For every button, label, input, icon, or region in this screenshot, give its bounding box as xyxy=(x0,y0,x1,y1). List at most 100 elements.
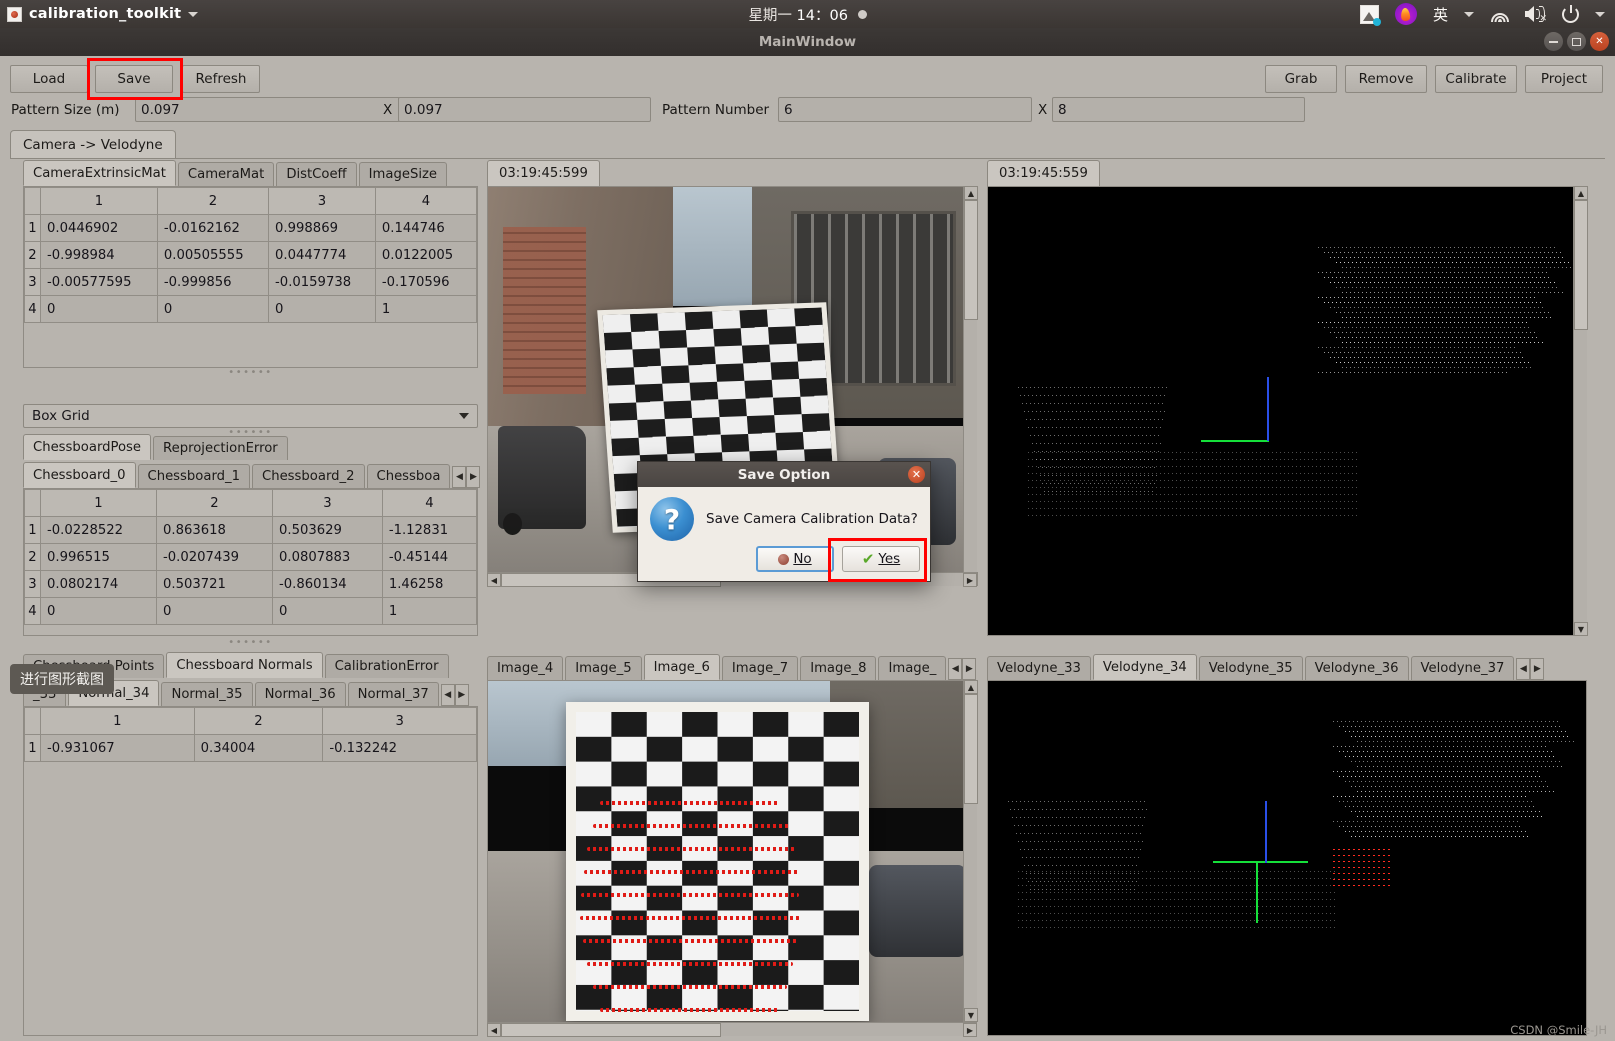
project-button[interactable]: Project xyxy=(1525,65,1603,93)
table-cell[interactable]: 0.0122005 xyxy=(375,242,476,269)
column-header-2[interactable]: 2 xyxy=(157,490,273,517)
tab-scroll-right-icon[interactable]: ▶ xyxy=(962,658,976,680)
tab-scroll-right-icon[interactable]: ▶ xyxy=(455,684,469,706)
table-cell[interactable]: -0.0162162 xyxy=(157,215,268,242)
velodyne-top-vscrollbar[interactable]: ▲ ▼ xyxy=(1573,186,1587,636)
tab-chessboard-normals[interactable]: Chessboard Normals xyxy=(166,652,322,678)
tab-chessboard-2[interactable]: Chessboard_2 xyxy=(252,464,365,488)
column-header-2[interactable]: 2 xyxy=(194,708,323,735)
row-header-2[interactable]: 2 xyxy=(25,242,41,269)
row-header-3[interactable]: 3 xyxy=(25,571,41,598)
dialog-close-icon[interactable]: ✕ xyxy=(908,466,925,483)
tab-image-7[interactable]: Image_7 xyxy=(722,656,798,680)
table-cell[interactable]: 0 xyxy=(41,598,157,625)
tab-scroll-left-icon[interactable]: ◀ xyxy=(441,684,455,706)
velodyne-timestamp-tab-top[interactable]: 03:19:45:559 xyxy=(987,160,1100,186)
tab-scroll-left-icon[interactable]: ◀ xyxy=(948,658,962,680)
table-cell[interactable]: 0.998869 xyxy=(269,215,376,242)
tab-cameraextrinsicmat[interactable]: CameraExtrinsicMat xyxy=(23,160,176,186)
volume-muted-icon[interactable]: ✕ xyxy=(1525,6,1546,22)
tab-chessboa[interactable]: Chessboa xyxy=(367,464,451,488)
table-cell[interactable]: 0 xyxy=(157,296,268,323)
row-header-1[interactable]: 1 xyxy=(25,517,41,544)
column-header-3[interactable]: 3 xyxy=(323,708,477,735)
table-cell[interactable]: 0 xyxy=(273,598,383,625)
camera-timestamp-tab-top[interactable]: 03:19:45:599 xyxy=(487,160,600,186)
velodyne-view-bottom[interactable] xyxy=(987,680,1587,1036)
dialog-no-button[interactable]: No xyxy=(756,546,834,572)
tab-calibrationerror[interactable]: CalibrationError xyxy=(325,654,449,678)
tab-image-4[interactable]: Image_4 xyxy=(487,656,563,680)
pattern-size-y-input[interactable] xyxy=(398,97,651,122)
table-cell[interactable]: -0.170596 xyxy=(375,269,476,296)
grab-button[interactable]: Grab xyxy=(1265,65,1337,93)
table-cell[interactable]: 0.34004 xyxy=(194,735,323,762)
table-cell[interactable]: 1.46258 xyxy=(382,571,476,598)
table-cell[interactable]: 0.503629 xyxy=(273,517,383,544)
maximize-button[interactable] xyxy=(1567,32,1586,51)
save-button[interactable]: Save xyxy=(95,65,173,93)
velodyne-view-top[interactable] xyxy=(987,186,1587,636)
tab-scroll-right-icon[interactable]: ▶ xyxy=(466,466,480,488)
tab-chessboard-1[interactable]: Chessboard_1 xyxy=(138,464,251,488)
table-cell[interactable]: 0.0447774 xyxy=(269,242,376,269)
screenshot-icon[interactable] xyxy=(1360,5,1379,24)
firefox-icon[interactable] xyxy=(1395,3,1417,25)
tab-velodyne-33[interactable]: Velodyne_33 xyxy=(987,656,1091,680)
tab-normal-37[interactable]: Normal_37 xyxy=(348,682,439,706)
close-button[interactable]: ✕ xyxy=(1590,32,1609,51)
camera-bottom-vscrollbar[interactable]: ▲ ▼ xyxy=(963,680,977,1022)
ime-chevron-down-icon[interactable] xyxy=(1464,12,1474,17)
row-header-1[interactable]: 1 xyxy=(25,215,41,242)
pattern-number-y-input[interactable] xyxy=(1052,97,1305,122)
tab-scroll-right-icon[interactable]: ▶ xyxy=(1530,658,1544,680)
tab-scroll-left-icon[interactable]: ◀ xyxy=(452,466,466,488)
ime-indicator[interactable]: 英 xyxy=(1433,4,1448,25)
table-cell[interactable]: -0.45144 xyxy=(382,544,476,571)
table-cell[interactable]: 0 xyxy=(269,296,376,323)
app-menu[interactable]: calibration_toolkit xyxy=(0,6,198,22)
column-header-1[interactable]: 1 xyxy=(41,708,195,735)
tab-normal-35[interactable]: Normal_35 xyxy=(161,682,252,706)
column-header-4[interactable]: 4 xyxy=(382,490,476,517)
load-button[interactable]: Load xyxy=(10,65,88,93)
splitter-handle-3[interactable]: •••••• xyxy=(23,640,478,646)
table-cell[interactable]: -0.999856 xyxy=(157,269,268,296)
tab-cameramat[interactable]: CameraMat xyxy=(178,162,274,186)
row-header-1[interactable]: 1 xyxy=(25,735,41,762)
table-cell[interactable]: 0.503721 xyxy=(157,571,273,598)
wifi-icon[interactable] xyxy=(1490,7,1509,22)
tab-imagesize[interactable]: ImageSize xyxy=(359,162,447,186)
column-header-1[interactable]: 1 xyxy=(41,188,158,215)
camera-top-vscrollbar[interactable]: ▲ ▼ xyxy=(963,186,977,586)
calibrate-button[interactable]: Calibrate xyxy=(1435,65,1517,93)
table-cell[interactable]: -0.931067 xyxy=(41,735,195,762)
tab-camera-velodyne[interactable]: Camera -> Velodyne xyxy=(10,130,176,159)
tab-chessboard-0[interactable]: Chessboard_0 xyxy=(23,462,136,488)
chevron-down-icon[interactable] xyxy=(188,12,198,17)
column-header-3[interactable]: 3 xyxy=(273,490,383,517)
table-cell[interactable]: 1 xyxy=(382,598,476,625)
table-cell[interactable]: 0.0446902 xyxy=(41,215,158,242)
table-cell[interactable]: -0.00577595 xyxy=(41,269,158,296)
tab-image-8[interactable]: Image_8 xyxy=(800,656,876,680)
power-chevron-down-icon[interactable] xyxy=(1595,12,1605,17)
row-header-2[interactable]: 2 xyxy=(25,544,41,571)
dialog-yes-button[interactable]: ✔ Yes xyxy=(842,546,920,572)
tab-image-[interactable]: Image_ xyxy=(878,656,946,680)
table-cell[interactable]: 0.144746 xyxy=(375,215,476,242)
table-cell[interactable]: 0.996515 xyxy=(41,544,157,571)
column-header-3[interactable]: 3 xyxy=(269,188,376,215)
remove-button[interactable]: Remove xyxy=(1345,65,1427,93)
table-cell[interactable]: -0.0207439 xyxy=(157,544,273,571)
column-header-2[interactable]: 2 xyxy=(157,188,268,215)
camera-bottom-hscrollbar[interactable]: ◀ ▶ xyxy=(487,1022,977,1036)
table-cell[interactable]: 0 xyxy=(157,598,273,625)
tab-velodyne-37[interactable]: Velodyne_37 xyxy=(1411,656,1515,680)
table-cell[interactable]: -0.0228522 xyxy=(41,517,157,544)
table-cell[interactable]: 0.863618 xyxy=(157,517,273,544)
table-cell[interactable]: 0.0802174 xyxy=(41,571,157,598)
refresh-button[interactable]: Refresh xyxy=(182,65,260,93)
table-cell[interactable]: -0.0159738 xyxy=(269,269,376,296)
tab-reprojectionerror[interactable]: ReprojectionError xyxy=(153,436,288,460)
